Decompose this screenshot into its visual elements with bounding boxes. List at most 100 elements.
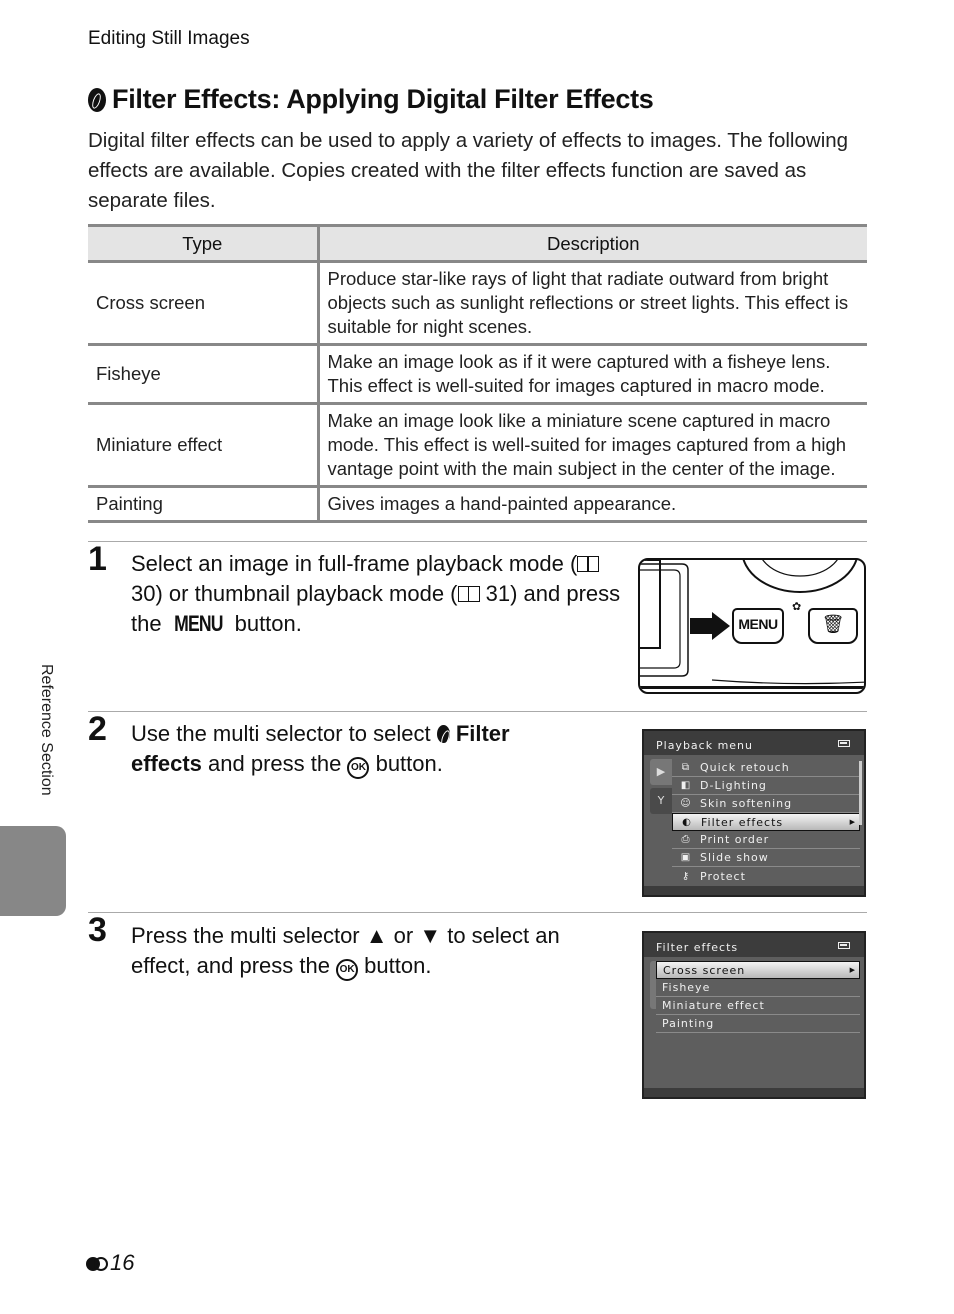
arrow-pointer-shaft	[690, 618, 714, 634]
table-row: Painting Gives images a hand-painted app…	[88, 486, 867, 523]
menu-item-protect[interactable]: ⚷ Protect	[672, 867, 860, 885]
step-3-text: Press the multi selector ▲ or ▼ to selec…	[131, 921, 601, 981]
effect-description: Make an image look like a miniature scen…	[318, 403, 867, 488]
d-lighting-icon: ◧	[680, 780, 692, 791]
menu-item-d-lighting[interactable]: ◧ D-Lighting	[672, 777, 860, 795]
side-tab-label: Reference Section	[38, 664, 55, 796]
filter-effects-icon	[88, 87, 106, 112]
menu-item-quick-retouch[interactable]: ⧉ Quick retouch	[672, 759, 860, 777]
filter-item-label: Fisheye	[662, 981, 711, 994]
up-arrow-icon: ▲	[365, 923, 388, 948]
filter-item-painting[interactable]: Painting	[656, 1015, 860, 1033]
trash-icon: 🗑	[821, 614, 845, 634]
menu-item-label: D-Lighting	[700, 779, 767, 792]
submenu-arrow-icon: ▶	[849, 966, 856, 974]
ok-button-icon: OK	[347, 757, 370, 779]
page-number-text: 16	[110, 1250, 135, 1275]
step-number: 1	[88, 540, 107, 578]
effect-description: Produce star-like rays of light that rad…	[318, 261, 867, 346]
page-reference[interactable]: 30) or thumbnail playback mode (	[131, 581, 458, 606]
step-number: 3	[88, 911, 107, 949]
down-arrow-icon: ▼	[419, 923, 442, 948]
filter-effects-icon: ◐	[682, 816, 692, 828]
lcd-header: Playback menu	[644, 731, 864, 755]
skin-softening-icon: ☺	[680, 798, 692, 809]
menu-item-slide-show[interactable]: ▣ Slide show	[672, 849, 860, 867]
step-1-text: Select an image in full-frame playback m…	[131, 549, 621, 639]
step-text-part: Select an image in full-frame playback m…	[131, 551, 578, 576]
protect-key-icon: ⚷	[681, 870, 691, 882]
filter-item-label: Cross screen	[663, 963, 746, 977]
table-row: Cross screen Produce star-like rays of l…	[88, 261, 867, 346]
menu-item-label: Quick retouch	[700, 761, 790, 774]
lcd-header: Filter effects	[644, 933, 864, 957]
lcd-title: Playback menu	[656, 739, 754, 752]
menu-button[interactable]: MENU	[732, 608, 784, 644]
menu-item-print-order[interactable]: ⎙ Print order	[672, 831, 860, 849]
section-thumb-tab[interactable]	[0, 826, 66, 916]
menu-item-label: Skin softening	[700, 797, 793, 810]
lcd-footer	[644, 1088, 864, 1097]
effects-table: Type Description Cross screen Produce st…	[88, 224, 867, 523]
step-text-part: button.	[369, 751, 443, 776]
menu-item-label: Protect	[700, 869, 746, 883]
filter-effects-icon	[436, 725, 450, 743]
menu-item-label: Print order	[700, 833, 770, 846]
step-text-part: and press the	[201, 751, 348, 776]
step-divider	[88, 711, 867, 712]
step-number: 2	[88, 710, 107, 748]
effect-description: Make an image look as if it were capture…	[318, 344, 867, 405]
lcd-tabs: ▶ Y	[650, 759, 672, 817]
filter-item-cross-screen[interactable]: Cross screen ▶	[656, 961, 860, 979]
lcd-title: Filter effects	[656, 941, 739, 954]
step-text-part: Use the multi selector to select	[131, 721, 437, 746]
print-order-icon: ⎙	[681, 834, 691, 845]
effect-description: Gives images a hand-painted appearance.	[318, 486, 867, 523]
header-type: Type	[88, 224, 320, 263]
step-text-part: Press the multi selector	[131, 923, 366, 948]
effect-type: Fisheye	[88, 344, 320, 405]
filter-effects-screen: Filter effects Cross screen ▶ Fisheye Min…	[642, 931, 866, 1099]
quick-retouch-icon: ⧉	[681, 762, 691, 773]
step-divider	[88, 912, 867, 913]
filter-item-miniature-effect[interactable]: Miniature effect	[656, 997, 860, 1015]
effect-type: Miniature effect	[88, 403, 320, 488]
battery-icon	[838, 740, 850, 747]
battery-icon	[838, 942, 850, 949]
playback-menu-screen: Playback menu ▶ Y ⧉ Quick retouch ◧ D-Ligh…	[642, 729, 866, 897]
page-number: 16	[86, 1250, 134, 1276]
setup-tab[interactable]: Y	[650, 788, 672, 814]
menu-item-label: Filter effects	[701, 815, 784, 829]
playback-tab[interactable]: ▶	[650, 759, 672, 785]
book-reference-icon	[577, 556, 600, 572]
header-description: Description	[318, 224, 867, 263]
arrow-pointer-icon	[712, 612, 730, 640]
step-text-part: button.	[358, 953, 432, 978]
running-head: Editing Still Images	[88, 28, 250, 49]
trash-button[interactable]: 🗑	[808, 608, 858, 644]
book-reference-icon	[457, 586, 480, 602]
step-text-part: button.	[228, 611, 302, 636]
effect-type: Cross screen	[88, 261, 320, 346]
filter-effects-list: Cross screen ▶ Fisheye Miniature effect P…	[656, 961, 860, 1033]
filter-item-fisheye[interactable]: Fisheye	[656, 979, 860, 997]
menu-button-glyph: MENU	[173, 611, 223, 636]
menu-item-skin-softening[interactable]: ☺ Skin softening	[672, 795, 860, 813]
table-row: Fisheye Make an image look as if it were…	[88, 344, 867, 405]
lcd-footer	[644, 886, 864, 895]
section-title: Filter Effects: Applying Digital Filter …	[88, 84, 654, 115]
scrollbar[interactable]	[859, 761, 862, 825]
section-title-text: Filter Effects: Applying Digital Filter …	[112, 84, 654, 114]
intro-paragraph: Digital filter effects can be used to ap…	[88, 129, 849, 212]
menu-item-filter-effects[interactable]: ◐ Filter effects ▶	[672, 813, 860, 831]
slide-show-icon: ▣	[680, 852, 692, 863]
filter-item-label: Painting	[662, 1017, 715, 1030]
ok-button-icon: OK	[336, 959, 359, 981]
submenu-arrow-icon: ▶	[849, 818, 856, 826]
camera-illustration: MENU ✿ 🗑	[638, 558, 866, 694]
playback-menu-list: ⧉ Quick retouch ◧ D-Lighting ☺ Skin softeni…	[672, 759, 860, 885]
step-text-part: or	[387, 923, 420, 948]
effect-type: Painting	[88, 486, 320, 523]
filter-item-label: Miniature effect	[662, 999, 765, 1012]
table-row: Miniature effect Make an image look like…	[88, 403, 867, 488]
